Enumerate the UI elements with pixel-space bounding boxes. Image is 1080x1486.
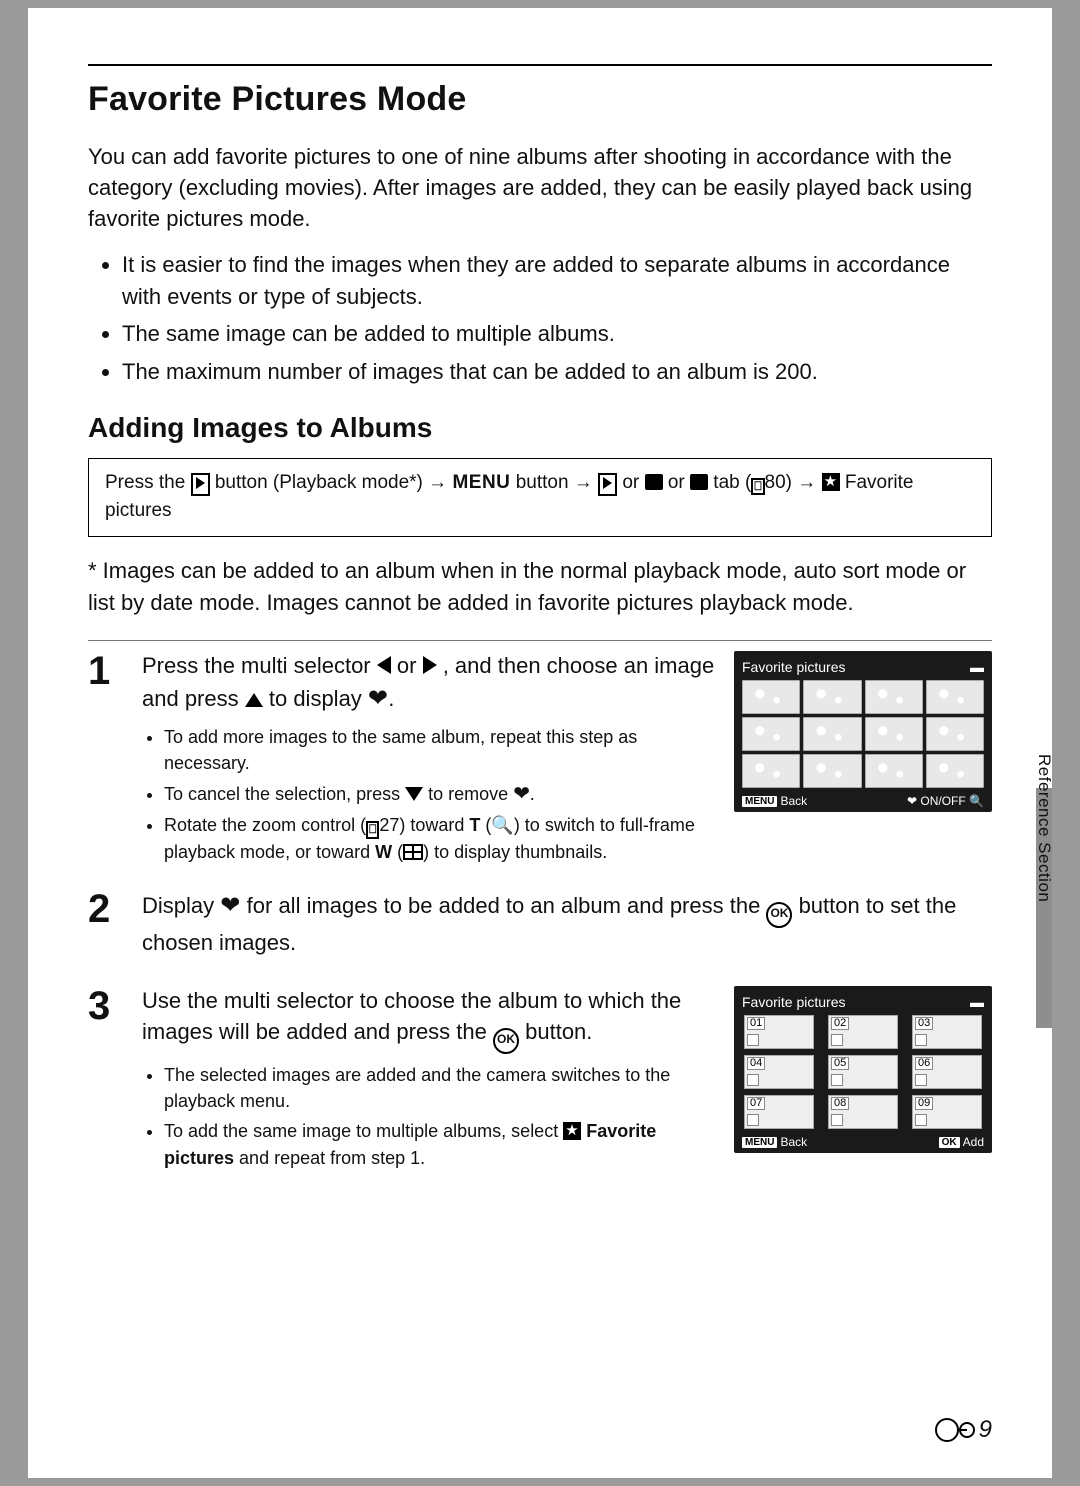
flow-text: ) xyxy=(786,472,798,493)
heart-icon: ❤ xyxy=(220,892,240,919)
album-slot: 06 xyxy=(912,1055,982,1089)
page-number: 9 xyxy=(935,1416,992,1444)
thumb xyxy=(803,754,861,788)
thumb xyxy=(742,754,800,788)
intro-bullets: It is easier to find the images when the… xyxy=(88,249,992,389)
album-slot: 08 xyxy=(828,1095,898,1129)
thumb xyxy=(865,717,923,751)
heart-icon: ❤ xyxy=(907,794,917,808)
album-slot: 05 xyxy=(828,1055,898,1089)
menu-label: MENU xyxy=(452,472,510,493)
thumb xyxy=(926,717,984,751)
thumb xyxy=(865,754,923,788)
flow-text: button (Playback mode*) xyxy=(215,472,428,493)
album-slot: 07 xyxy=(744,1095,814,1129)
divider xyxy=(88,640,992,641)
album-slot: 02 xyxy=(828,1015,898,1049)
lcd-back: Back xyxy=(780,794,807,808)
lcd-preview-albums: Favorite pictures ▬ 01 02 03 04 05 06 07… xyxy=(734,986,992,1153)
footnote: * Images can be added to an album when i… xyxy=(88,555,992,617)
step-bullet: To add more images to the same album, re… xyxy=(164,724,716,776)
intro-bullet: The same image can be added to multiple … xyxy=(122,318,992,350)
step-bullet: Rotate the zoom control (⎕27) toward T (… xyxy=(164,812,716,864)
battery-icon: ▬ xyxy=(970,659,984,675)
heart-icon: ❤ xyxy=(368,685,388,712)
thumb xyxy=(926,754,984,788)
step-lead: Press the multi selector or , and then c… xyxy=(142,651,716,716)
up-arrow-icon xyxy=(245,693,263,707)
step-lead: Display ❤ for all images to be added to … xyxy=(142,889,992,959)
page-icon xyxy=(935,1418,959,1442)
down-arrow-icon xyxy=(405,787,423,801)
album-slot: 09 xyxy=(912,1095,982,1129)
flow-text: Press the xyxy=(105,472,191,493)
lcd-onoff: ON/OFF xyxy=(920,794,965,808)
step-3: 3 Use the multi selector to choose the a… xyxy=(88,986,992,1174)
flow-text: or xyxy=(668,472,690,493)
favorite-icon xyxy=(822,473,840,491)
ok-badge: OK xyxy=(939,1137,960,1148)
battery-icon: ▬ xyxy=(970,994,984,1010)
section-heading: Adding Images to Albums xyxy=(88,412,992,444)
thumb xyxy=(742,717,800,751)
thumbnail-icon xyxy=(403,844,423,860)
section-label: Reference Section xyxy=(1030,748,1058,908)
album-slot: 03 xyxy=(912,1015,982,1049)
lcd-back: Back xyxy=(780,1135,807,1149)
favorite-icon xyxy=(563,1122,581,1140)
step-number: 3 xyxy=(88,986,120,1174)
step-2: 2 Display ❤ for all images to be added t… xyxy=(88,889,992,967)
ok-button-icon: OK xyxy=(766,902,792,928)
playback-icon xyxy=(598,473,617,496)
intro-paragraph: You can add favorite pictures to one of … xyxy=(88,141,992,235)
page-ref: 80 xyxy=(765,472,786,493)
lcd-add: Add xyxy=(963,1135,984,1149)
step-bullet: To add the same image to multiple albums… xyxy=(164,1118,716,1170)
date-mode-icon xyxy=(690,474,708,490)
step-1: 1 Press the multi selector or , and then… xyxy=(88,651,992,869)
step-number: 2 xyxy=(88,889,120,967)
flow-text: or xyxy=(622,472,644,493)
magnify-icon: 🔍 xyxy=(969,794,984,808)
arrow-icon: → xyxy=(428,472,452,493)
menu-badge: MENU xyxy=(742,1137,777,1148)
arrow-icon: → xyxy=(797,472,821,493)
arrow-icon: → xyxy=(574,472,598,493)
step-number: 1 xyxy=(88,651,120,869)
page-ref-icon: ⎕ xyxy=(751,478,764,495)
thumb xyxy=(865,680,923,714)
heart-icon: ❤ xyxy=(513,783,530,805)
left-arrow-icon xyxy=(377,656,391,674)
manual-page: Favorite Pictures Mode You can add favor… xyxy=(28,8,1052,1478)
playback-icon xyxy=(191,473,210,496)
album-slot: 01 xyxy=(744,1015,814,1049)
album-slot: 04 xyxy=(744,1055,814,1089)
step-bullet: To cancel the selection, press to remove… xyxy=(164,780,716,809)
step-bullet: The selected images are added and the ca… xyxy=(164,1062,716,1114)
navigation-flow-box: Press the button (Playback mode*) → MENU… xyxy=(88,458,992,537)
flow-text: tab ( xyxy=(713,472,751,493)
intro-bullet: It is easier to find the images when the… xyxy=(122,249,992,313)
thumb xyxy=(742,680,800,714)
thumb xyxy=(803,717,861,751)
steps-list: 1 Press the multi selector or , and then… xyxy=(88,651,992,1175)
page-title: Favorite Pictures Mode xyxy=(88,80,992,119)
intro-bullet: The maximum number of images that can be… xyxy=(122,356,992,388)
lcd-preview-thumbnails: Favorite pictures ▬ MENUBack ❤ ON/OFF 🔍 xyxy=(734,651,992,812)
thumb xyxy=(803,680,861,714)
step-lead: Use the multi selector to choose the alb… xyxy=(142,986,716,1054)
top-rule xyxy=(88,64,992,66)
menu-badge: MENU xyxy=(742,796,777,807)
thumb xyxy=(926,680,984,714)
flow-text: button xyxy=(516,472,574,493)
auto-mode-icon xyxy=(645,474,663,490)
right-arrow-icon xyxy=(423,656,437,674)
ok-button-icon: OK xyxy=(493,1028,519,1054)
magnify-icon: 🔍 xyxy=(491,812,513,838)
page-ref-icon: ⎕ xyxy=(366,821,379,838)
lcd-title: Favorite pictures xyxy=(742,994,845,1010)
lcd-title: Favorite pictures xyxy=(742,659,845,675)
